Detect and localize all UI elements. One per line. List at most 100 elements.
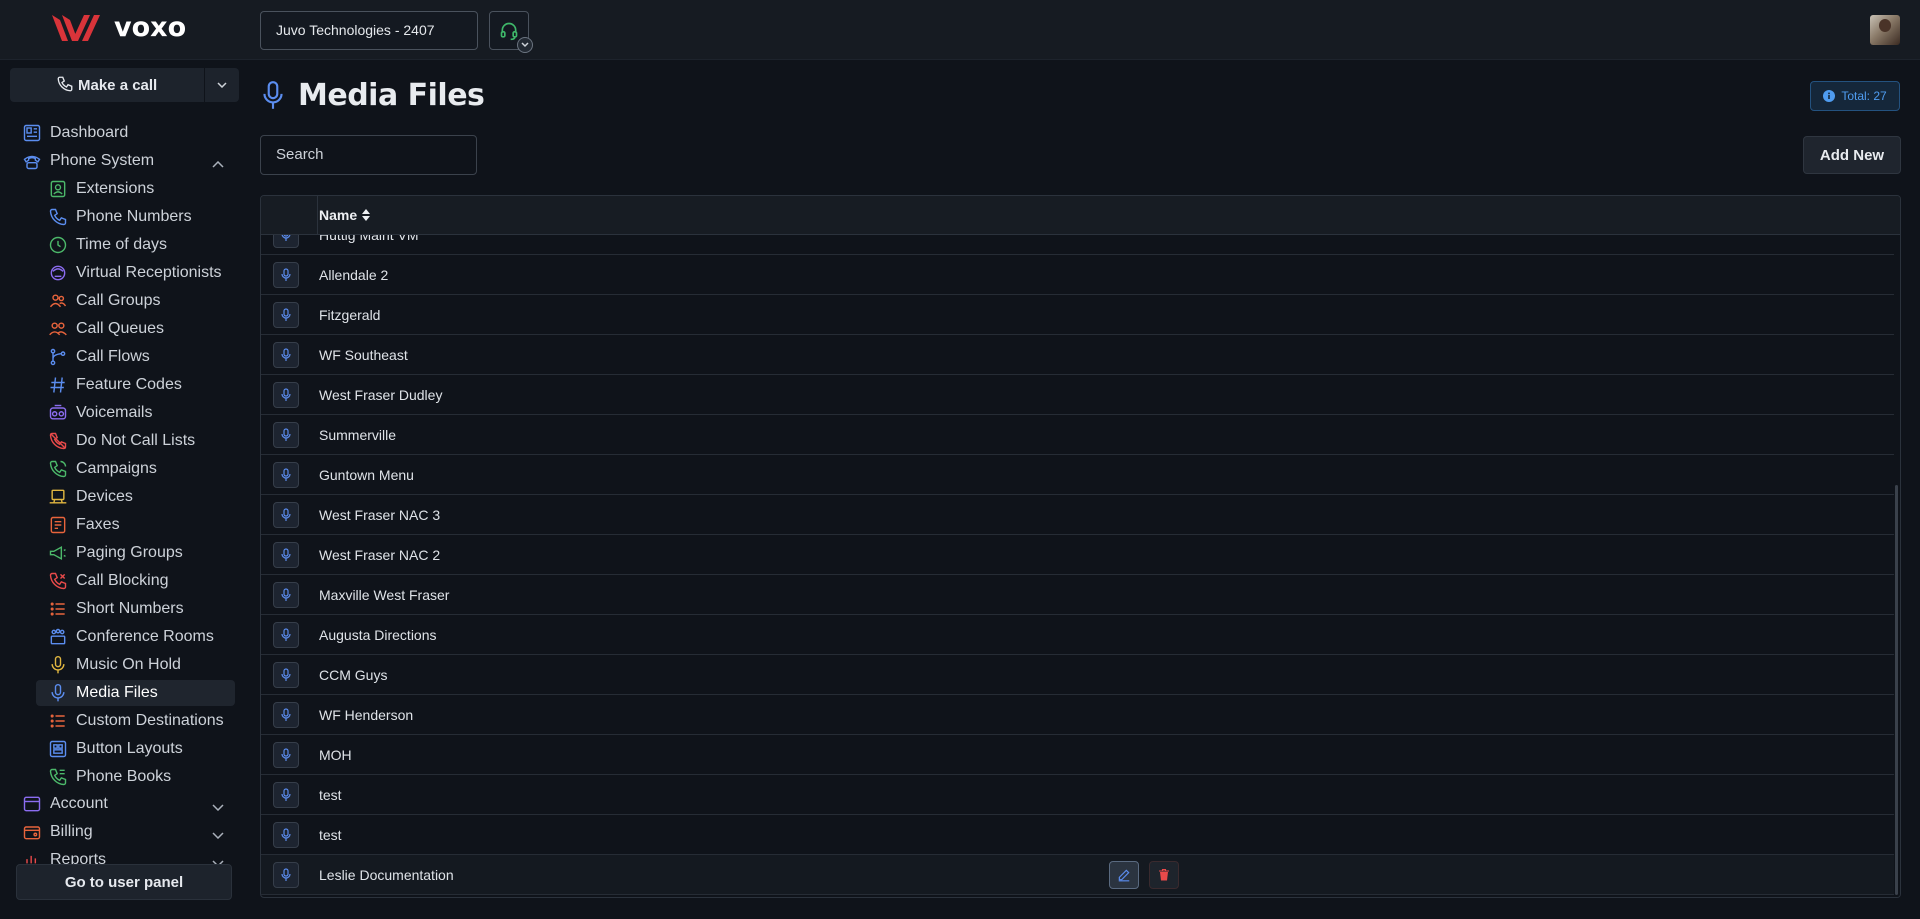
table-row[interactable]: Guntown Menu bbox=[261, 455, 1894, 495]
play-media-button[interactable] bbox=[273, 862, 299, 888]
table-row[interactable]: WF Southeast bbox=[261, 335, 1894, 375]
play-media-button[interactable] bbox=[273, 462, 299, 488]
media-file-name: WF Southeast bbox=[319, 346, 408, 363]
sidebar-item-label: Call Blocking bbox=[76, 572, 169, 589]
sidebar-item-short-numbers[interactable]: Short Numbers bbox=[48, 596, 234, 622]
table-row[interactable]: Maxville West Fraser bbox=[261, 575, 1894, 615]
play-media-button[interactable] bbox=[273, 582, 299, 608]
sidebar-item-paging-groups[interactable]: Paging Groups bbox=[48, 540, 234, 566]
microphone-icon bbox=[281, 628, 291, 641]
headset-icon bbox=[500, 22, 518, 40]
table-row[interactable]: Fitzgerald bbox=[261, 295, 1894, 335]
chevron-up-icon[interactable] bbox=[212, 155, 224, 173]
table-row[interactable]: Allendale 2 bbox=[261, 255, 1894, 295]
table-row[interactable]: Huttig Maint VM bbox=[261, 235, 1894, 255]
logo-text: voxo bbox=[114, 11, 187, 43]
sidebar-item-call-queues[interactable]: Call Queues bbox=[48, 316, 234, 342]
play-media-button[interactable] bbox=[273, 422, 299, 448]
sidebar-item-devices[interactable]: Devices bbox=[48, 484, 234, 510]
microphone-icon bbox=[281, 708, 291, 721]
sidebar-item-campaigns[interactable]: Campaigns bbox=[48, 456, 234, 482]
sidebar-item-extensions[interactable]: Extensions bbox=[48, 176, 234, 202]
column-header-name[interactable]: Name bbox=[319, 207, 371, 223]
media-file-name: Allendale 2 bbox=[319, 266, 389, 283]
sidebar-item-phone-system[interactable]: Phone System bbox=[22, 148, 232, 174]
add-new-button[interactable]: Add New bbox=[1803, 136, 1901, 174]
sidebar-item-label: Virtual Receptionists bbox=[76, 264, 222, 281]
sidebar-item-music-on-hold[interactable]: Music On Hold bbox=[48, 652, 234, 678]
make-call-label: Make a call bbox=[78, 76, 158, 94]
play-media-button[interactable] bbox=[273, 702, 299, 728]
table-row[interactable]: West Fraser NAC 3 bbox=[261, 495, 1894, 535]
sidebar-item-account[interactable]: Account bbox=[22, 791, 232, 817]
table-row[interactable]: MOH bbox=[261, 735, 1894, 775]
search-input[interactable]: Search bbox=[260, 135, 477, 175]
play-media-button[interactable] bbox=[273, 542, 299, 568]
edit-button[interactable] bbox=[1109, 861, 1139, 889]
sidebar-item-label: Feature Codes bbox=[76, 376, 182, 393]
chevron-down-icon[interactable] bbox=[212, 826, 224, 844]
play-media-button[interactable] bbox=[273, 342, 299, 368]
table-row[interactable]: CCM Guys bbox=[261, 655, 1894, 695]
total-count: Total: 27 bbox=[1841, 89, 1887, 103]
play-media-button[interactable] bbox=[273, 822, 299, 848]
sidebar-item-call-flows[interactable]: Call Flows bbox=[48, 344, 234, 370]
phone-icon bbox=[57, 76, 73, 92]
sidebar-item-billing[interactable]: Billing bbox=[22, 819, 232, 845]
table-row[interactable]: Summerville bbox=[261, 415, 1894, 455]
sidebar-item-call-blocking[interactable]: Call Blocking bbox=[48, 568, 234, 594]
play-media-button[interactable] bbox=[273, 262, 299, 288]
company-selector[interactable]: Juvo Technologies - 2407 bbox=[260, 11, 478, 50]
microphone-icon bbox=[281, 788, 291, 801]
play-media-button[interactable] bbox=[273, 782, 299, 808]
delete-button[interactable] bbox=[1149, 861, 1179, 889]
sidebar-item-phone-numbers[interactable]: Phone Numbers bbox=[48, 204, 234, 230]
sidebar-item-feature-codes[interactable]: Feature Codes bbox=[48, 372, 234, 398]
sidebar-item-label: Faxes bbox=[76, 516, 120, 533]
table-row[interactable]: Augusta Directions bbox=[261, 615, 1894, 655]
scrollbar-thumb[interactable] bbox=[1895, 485, 1898, 895]
account-icon bbox=[22, 794, 42, 814]
sidebar-item-button-layouts[interactable]: Button Layouts bbox=[48, 736, 234, 762]
table-row[interactable]: West Fraser NAC 2 bbox=[261, 535, 1894, 575]
chevron-down-icon[interactable] bbox=[212, 798, 224, 816]
make-call-dropdown[interactable] bbox=[205, 68, 239, 102]
play-media-button[interactable] bbox=[273, 235, 299, 248]
sidebar-item-label: Phone Books bbox=[76, 768, 172, 785]
sidebar-item-voicemails[interactable]: Voicemails bbox=[48, 400, 234, 426]
sidebar-item-media-files[interactable]: Media Files bbox=[36, 680, 235, 706]
play-media-button[interactable] bbox=[273, 742, 299, 768]
sidebar-item-dashboard[interactable]: Dashboard bbox=[22, 120, 232, 146]
sidebar-item-conference-rooms[interactable]: Conference Rooms bbox=[48, 624, 234, 650]
voicemail-icon bbox=[48, 403, 68, 423]
table-row[interactable]: West Fraser Dudley bbox=[261, 375, 1894, 415]
go-to-user-panel-button[interactable]: Go to user panel bbox=[16, 864, 232, 900]
table-row[interactable]: test bbox=[261, 815, 1894, 855]
sidebar-item-call-groups[interactable]: Call Groups bbox=[48, 288, 234, 314]
chevron-down-icon[interactable] bbox=[517, 37, 533, 53]
table-row[interactable]: Leslie Documentation bbox=[261, 855, 1894, 895]
sidebar-item-label: Voicemails bbox=[76, 404, 153, 421]
sort-icon[interactable] bbox=[361, 208, 371, 222]
table-row[interactable]: test bbox=[261, 775, 1894, 815]
play-media-button[interactable] bbox=[273, 382, 299, 408]
avatar[interactable] bbox=[1870, 15, 1900, 45]
sidebar-item-do-not-call-lists[interactable]: Do Not Call Lists bbox=[48, 428, 234, 454]
play-media-button[interactable] bbox=[273, 502, 299, 528]
sidebar-item-custom-destinations[interactable]: Custom Destinations bbox=[48, 708, 234, 734]
table-scrollbar[interactable] bbox=[1894, 235, 1900, 897]
sidebar-item-label: Call Queues bbox=[76, 320, 165, 337]
header-icon-column bbox=[261, 196, 318, 234]
sidebar-item-phone-books[interactable]: Phone Books bbox=[48, 764, 234, 790]
sidebar-item-label: Extensions bbox=[76, 180, 155, 197]
sidebar-item-time-of-days[interactable]: Time of days bbox=[48, 232, 234, 258]
table-row[interactable]: WF Henderson bbox=[261, 695, 1894, 735]
make-call-button[interactable]: Make a call bbox=[10, 68, 204, 102]
sidebar-item-faxes[interactable]: Faxes bbox=[48, 512, 234, 538]
megaphone-icon bbox=[48, 543, 68, 563]
play-media-button[interactable] bbox=[273, 302, 299, 328]
play-media-button[interactable] bbox=[273, 662, 299, 688]
voxo-logo[interactable]: voxo bbox=[50, 12, 186, 44]
sidebar-item-virtual-receptionists[interactable]: Virtual Receptionists bbox=[48, 260, 234, 286]
play-media-button[interactable] bbox=[273, 622, 299, 648]
